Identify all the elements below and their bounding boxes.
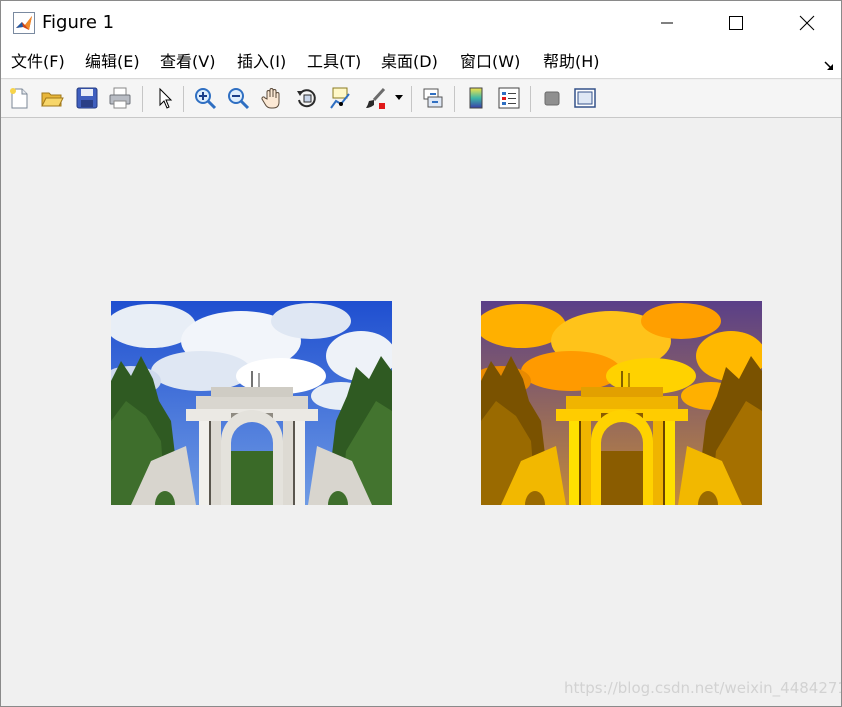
new-figure-button[interactable] <box>6 85 32 111</box>
menu-view[interactable]: 查看(V) <box>160 52 215 72</box>
legend-icon <box>497 86 521 110</box>
edit-plot-arrow-icon <box>153 86 177 110</box>
dock-arrow-icon[interactable] <box>823 57 835 70</box>
print-icon <box>108 86 132 110</box>
toolbar-separator <box>142 86 143 112</box>
menu-edit[interactable]: 编辑(E) <box>85 52 140 72</box>
open-file-button[interactable] <box>39 85 65 111</box>
brush-icon <box>364 86 388 110</box>
zoom-out-button[interactable] <box>225 85 251 111</box>
close-icon <box>799 15 815 31</box>
data-cursor-button[interactable] <box>328 85 354 111</box>
pan-hand-icon <box>261 86 285 110</box>
figure-canvas[interactable]: https://blog.csdn.net/weixin_44842715 <box>1 119 841 706</box>
minimize-button[interactable] <box>644 1 690 45</box>
toolbar-separator <box>454 86 455 112</box>
toolbar-separator <box>183 86 184 112</box>
menu-desktop[interactable]: 桌面(D) <box>381 52 438 72</box>
toolbar-separator <box>411 86 412 112</box>
open-file-icon <box>40 86 64 110</box>
menu-file[interactable]: 文件(F) <box>11 52 65 72</box>
brush-button[interactable] <box>363 85 389 111</box>
toolbar-separator <box>530 86 531 112</box>
show-plot-tools-icon <box>573 86 597 110</box>
processed-image[interactable] <box>481 301 762 505</box>
edit-plot-button[interactable] <box>152 85 178 111</box>
close-button[interactable] <box>784 1 830 45</box>
legend-button[interactable] <box>496 85 522 111</box>
maximize-button[interactable] <box>713 1 759 45</box>
window-title: Figure 1 <box>42 12 115 33</box>
zoom-in-icon <box>193 86 217 110</box>
title-bar[interactable]: Figure 1 <box>1 1 841 45</box>
maximize-icon <box>728 15 744 31</box>
original-image[interactable] <box>111 301 392 505</box>
show-plot-tools-button[interactable] <box>572 85 598 111</box>
link-plot-icon <box>421 86 445 110</box>
menu-help[interactable]: 帮助(H) <box>543 52 600 72</box>
rotate-3d-button[interactable] <box>294 85 320 111</box>
figure-window: Figure 1 文件(F) 编辑(E) 查看(V) 插入(I) 工具(T) 桌… <box>0 0 842 707</box>
rotate-3d-icon <box>295 86 319 110</box>
colorbar-icon <box>464 86 488 110</box>
matlab-logo-icon <box>13 12 35 34</box>
menu-insert[interactable]: 插入(I) <box>237 52 286 72</box>
menu-bar: 文件(F) 编辑(E) 查看(V) 插入(I) 工具(T) 桌面(D) 窗口(W… <box>1 45 841 79</box>
brush-dropdown-button[interactable] <box>392 85 406 111</box>
print-button[interactable] <box>107 85 133 111</box>
data-cursor-icon <box>329 86 353 110</box>
figure-toolbar <box>1 80 841 118</box>
colorbar-button[interactable] <box>463 85 489 111</box>
pan-button[interactable] <box>260 85 286 111</box>
new-figure-icon <box>7 86 31 110</box>
hide-plot-tools-button[interactable] <box>539 85 565 111</box>
hide-plot-tools-icon <box>540 86 564 110</box>
zoom-in-button[interactable] <box>192 85 218 111</box>
zoom-out-icon <box>226 86 250 110</box>
save-icon <box>75 86 99 110</box>
brush-dropdown-icon <box>395 95 403 101</box>
minimize-icon <box>660 16 674 30</box>
menu-tools[interactable]: 工具(T) <box>307 52 361 72</box>
watermark: https://blog.csdn.net/weixin_44842715 <box>564 679 842 697</box>
save-button[interactable] <box>74 85 100 111</box>
link-plot-button[interactable] <box>420 85 446 111</box>
menu-window[interactable]: 窗口(W) <box>460 52 520 72</box>
